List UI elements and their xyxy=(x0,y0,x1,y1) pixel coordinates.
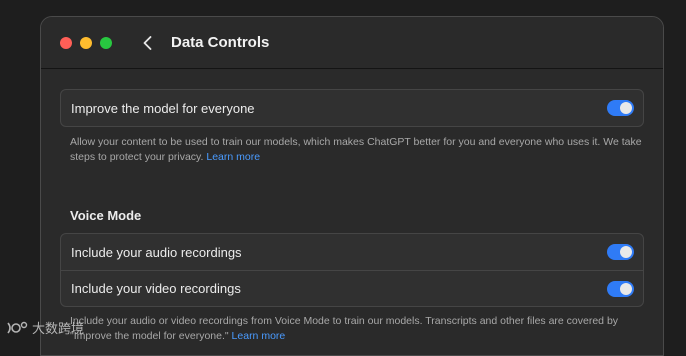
zoom-window-button[interactable] xyxy=(100,37,112,49)
page-title: Data Controls xyxy=(171,34,270,51)
video-recordings-label: Include your video recordings xyxy=(71,281,241,296)
improve-model-description-text: Allow your content to be used to train o… xyxy=(70,136,642,163)
voice-learn-more-link[interactable]: Learn more xyxy=(232,330,286,342)
improve-model-description: Allow your content to be used to train o… xyxy=(70,135,646,165)
voice-mode-heading: Voice Mode xyxy=(70,208,142,223)
audio-recordings-row[interactable]: Include your audio recordings xyxy=(61,234,643,270)
toggle-knob xyxy=(620,246,632,258)
audio-recordings-toggle[interactable] xyxy=(607,244,634,260)
toggle-knob xyxy=(620,102,632,114)
improve-model-card: Improve the model for everyone xyxy=(60,89,644,127)
audio-recordings-label: Include your audio recordings xyxy=(71,244,242,260)
video-recordings-toggle[interactable] xyxy=(607,281,634,297)
voice-mode-description: Include your audio or video recordings f… xyxy=(70,314,646,344)
improve-model-label: Improve the model for everyone xyxy=(71,100,255,116)
close-window-button[interactable] xyxy=(60,37,72,49)
improve-model-row[interactable]: Improve the model for everyone xyxy=(61,90,643,126)
video-recordings-row[interactable]: Include your video recordings xyxy=(61,270,643,306)
voice-mode-description-text: Include your audio or video recordings f… xyxy=(70,315,619,342)
watermark: 大数跨境 xyxy=(6,318,84,337)
improve-learn-more-link[interactable]: Learn more xyxy=(206,151,260,163)
toggle-knob xyxy=(620,283,632,295)
title-bar: Data Controls xyxy=(41,17,663,69)
watermark-logo-icon xyxy=(7,321,28,333)
watermark-text: 大数跨境 xyxy=(32,321,85,336)
voice-mode-card: Include your audio recordings Include yo… xyxy=(60,233,644,307)
improve-model-toggle[interactable] xyxy=(607,100,634,116)
minimize-window-button[interactable] xyxy=(80,37,92,49)
back-chevron-icon[interactable] xyxy=(139,33,155,53)
data-controls-window: Data Controls Improve the model for ever… xyxy=(40,16,664,356)
